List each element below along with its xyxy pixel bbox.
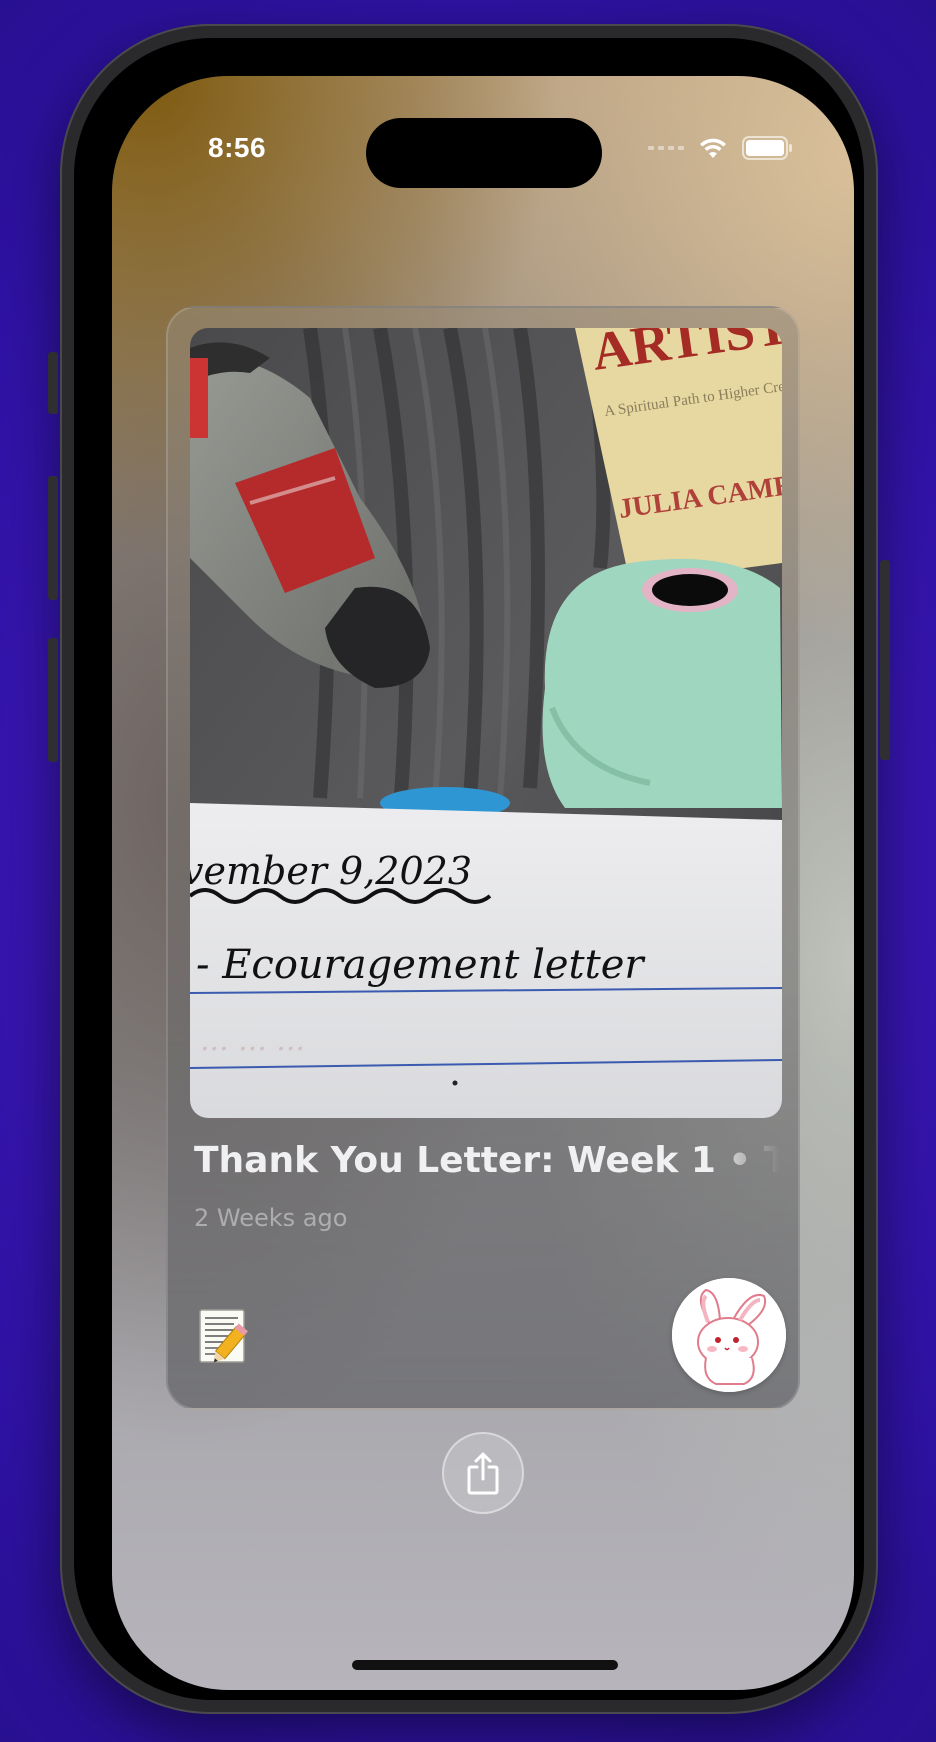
bezel: 8:56 ARTIST A Spiritual Path to Higher C… — [74, 38, 864, 1700]
share-button[interactable] — [442, 1432, 524, 1514]
share-icon — [467, 1452, 499, 1495]
screen: 8:56 ARTIST A Spiritual Path to Higher C… — [112, 76, 854, 1690]
svg-text:- Ecouragement letter: - Ecouragement letter — [196, 942, 646, 988]
cellular-signal-icon — [648, 146, 684, 150]
status-indicators — [648, 136, 794, 160]
battery-icon — [742, 136, 792, 160]
home-indicator[interactable] — [352, 1660, 618, 1670]
memo-icon[interactable] — [198, 1308, 250, 1364]
volume-down-button — [48, 638, 58, 762]
svg-text:... ... ...: ... ... ... — [200, 1023, 305, 1058]
phone-frame: 8:56 ARTIST A Spiritual Path to Higher C… — [48, 24, 890, 1714]
card-timestamp: 2 Weeks ago — [194, 1204, 348, 1232]
photo-paper: vember 9,2023 - Ecouragement letter ... … — [190, 803, 782, 1118]
card-title: Thank You Letter: Week 1 • Today — [194, 1140, 780, 1181]
dynamic-island — [366, 118, 602, 188]
action-button — [48, 352, 58, 414]
volume-up-button — [48, 476, 58, 600]
status-time: 8:56 — [208, 132, 267, 163]
svg-text:vember 9,2023: vember 9,2023 — [190, 849, 472, 893]
card-photo[interactable]: ARTIST A Spiritual Path to Higher Creati… — [190, 328, 782, 1118]
bunny-avatar-icon[interactable] — [672, 1278, 786, 1392]
power-button — [880, 560, 890, 760]
memory-card[interactable]: ARTIST A Spiritual Path to Higher Creati… — [166, 306, 800, 1410]
wifi-icon — [700, 138, 726, 158]
